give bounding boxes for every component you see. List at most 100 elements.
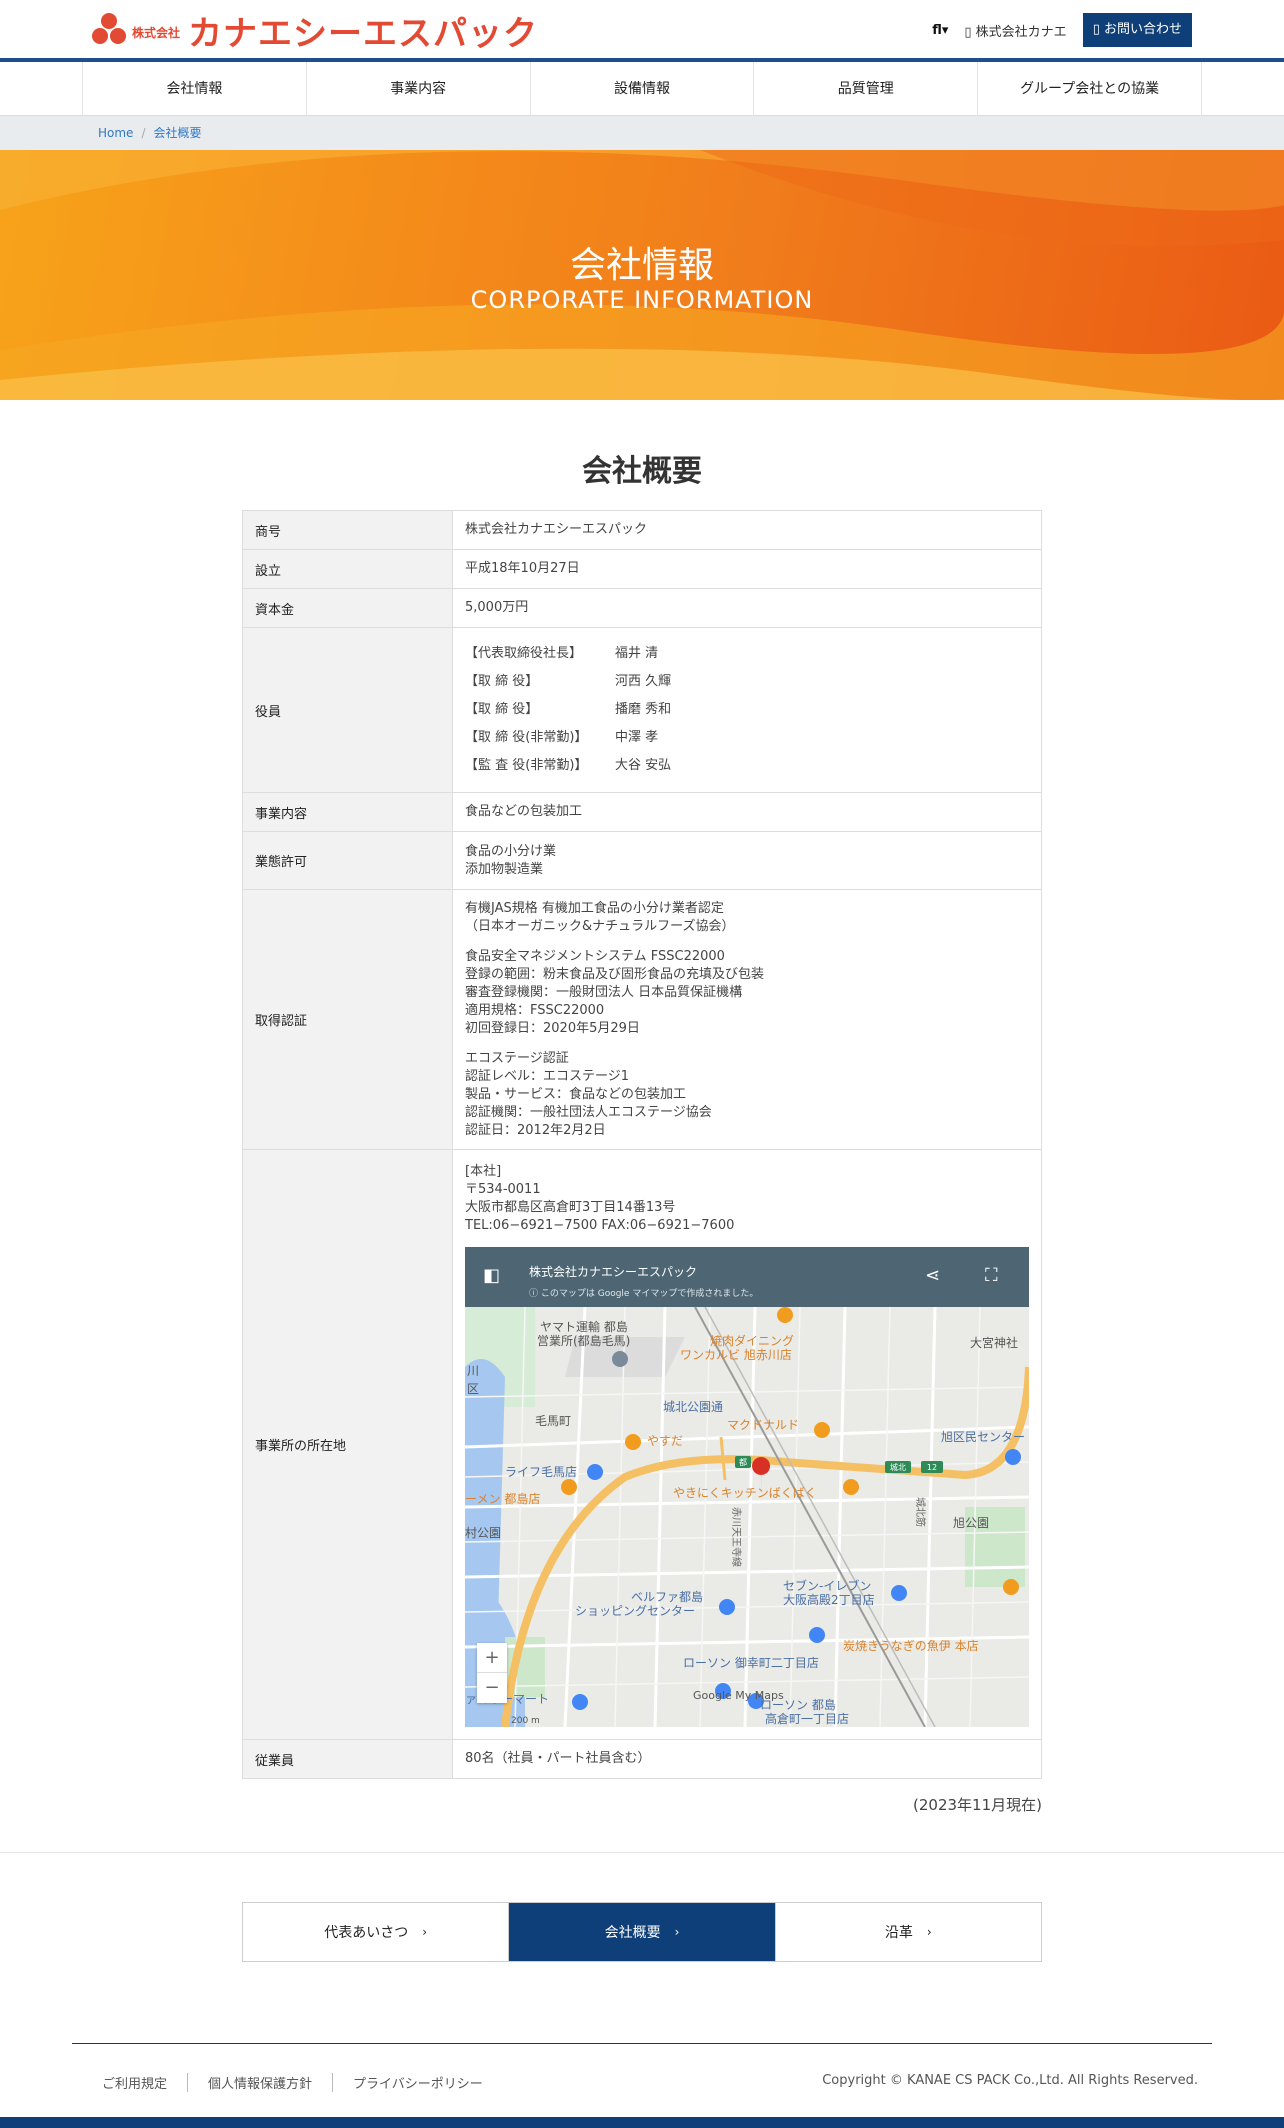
- global-nav: 会社情報 事業内容 設備情報 品質管理 グループ会社との協業: [0, 62, 1284, 116]
- map-legend-toggle-icon[interactable]: ◧: [483, 1266, 500, 1285]
- table-row: 従業員 80名（社員・パート社員含む）: [242, 1739, 1042, 1779]
- map-label: 城北: [890, 1463, 906, 1472]
- map-label: 区: [467, 1382, 479, 1396]
- parent-company-link[interactable]: ▯ 株式会社カナエ: [964, 21, 1066, 40]
- footer-link-privacy[interactable]: プライバシーポリシー: [332, 2073, 503, 2092]
- footer-link-privacy-policy[interactable]: 個人情報保護方針: [187, 2073, 332, 2092]
- officer-name: 河西 久輝: [615, 674, 672, 689]
- nav-item-company[interactable]: 会社情報: [82, 62, 306, 116]
- logo-prefix: 株式会社: [132, 25, 181, 40]
- zoom-in-button[interactable]: +: [477, 1643, 507, 1673]
- location-office: [本社]: [465, 1163, 502, 1179]
- map-label: 城北公園通: [663, 1400, 723, 1414]
- table-row: 事業所の所在地 [本社] 〒534-0011 大阪市都島区高倉町3丁目14番13…: [242, 1149, 1042, 1740]
- chevron-right-icon: ›: [674, 1925, 680, 1939]
- logo-mark-icon: [92, 13, 126, 47]
- zoom-out-button[interactable]: −: [477, 1673, 507, 1703]
- cert-line: 食品安全マネジメントシステム FSSC22000: [465, 948, 725, 964]
- language-dropdown[interactable]: fl▾: [932, 23, 948, 38]
- cert-line: （日本オーガニック&ナチュラルフーズ協会）: [465, 918, 735, 934]
- location-zip: 〒534-0011: [465, 1181, 541, 1197]
- nav-item-group[interactable]: グループ会社との協業: [977, 62, 1202, 116]
- breadcrumb: Home / 会社概要: [0, 116, 1284, 150]
- row-label: 取得認証: [242, 889, 453, 1150]
- officer-name: 大谷 安弘: [615, 758, 672, 773]
- officer-role: 【監 査 役(非常勤)】: [465, 758, 588, 773]
- breadcrumb-home[interactable]: Home: [98, 126, 133, 140]
- certifications: 有機JAS規格 有機加工食品の小分け業者認定 （日本オーガニック&ナチュラルフー…: [452, 889, 1042, 1150]
- map-label: 都: [739, 1458, 747, 1467]
- map-label: 大阪高殿2丁目店: [783, 1592, 875, 1607]
- copyright: Copyright © KANAE CS PACK Co.,Ltd. All R…: [822, 2073, 1198, 2088]
- parent-company-label: 株式会社カナエ: [975, 24, 1067, 40]
- site-header: 株式会社 カナエシーエスパック fl▾ ▯ 株式会社カナエ ▯ お問い合わせ: [0, 0, 1284, 62]
- map-label: やきにくキッチンばくばく: [673, 1486, 817, 1500]
- footer-links: ご利用規定 個人情報保護方針 プライバシーポリシー: [102, 2073, 503, 2092]
- location-cell: [本社] 〒534-0011 大阪市都島区高倉町3丁目14番13号 TEL:06…: [452, 1149, 1042, 1740]
- map-label: セブン-イレブン: [783, 1578, 871, 1593]
- contact-button[interactable]: ▯ お問い合わせ: [1082, 13, 1192, 47]
- chevron-right-icon: ›: [926, 1925, 932, 1939]
- cert-fssc22000: 食品安全マネジメントシステム FSSC22000 登録の範囲：粉末食品及び固形食…: [465, 948, 1029, 1038]
- map-label: 焼肉ダイニング: [710, 1333, 794, 1348]
- company-profile-table: 商号 株式会社カナエシーエスパック 設立 平成18年10月27日 資本金 5,0…: [242, 510, 1042, 1779]
- row-label: 事業内容: [242, 792, 453, 832]
- row-value: 5,000万円: [452, 588, 1042, 628]
- map-label: ワンカルビ 旭赤川店: [680, 1348, 792, 1362]
- breadcrumb-separator: /: [141, 126, 146, 140]
- logo-name: カナエシーエスパック: [188, 13, 539, 54]
- cert-organic-jas: 有機JAS規格 有機加工食品の小分け業者認定 （日本オーガニック&ナチュラルフー…: [465, 900, 1029, 936]
- table-row: 役員 【代表取締役社長】 福井 清 【取 締 役】 河西 久輝 【取 締 役】 播磨 …: [242, 627, 1042, 793]
- map-canvas[interactable]: 12 城北 都 ヤマト運輸 都島 営業所(都島毛馬) 焼肉ダイニング ワンカルビ…: [465, 1247, 1029, 1727]
- map-header: ◧ 株式会社カナエシーエスパック ⓘ このマップは Google マイマップで作…: [465, 1246, 1029, 1307]
- list-item: 【取 締 役】 播磨 秀和: [465, 696, 1029, 724]
- map-scale: 200 m: [511, 1716, 540, 1726]
- map-label: 旭公園: [953, 1516, 989, 1530]
- map-label: ベルファ都島: [631, 1589, 703, 1604]
- list-item: 【取 締 役(非常勤)】 中澤 孝: [465, 724, 1029, 752]
- cert-ecostage: エコステージ認証 認証レベル：エコステージ1 製品・サービス：食品などの包装加工…: [465, 1050, 1029, 1140]
- map-label: 川: [467, 1364, 479, 1378]
- subnav-overview[interactable]: 会社概要 ›: [509, 1903, 776, 1961]
- share-icon[interactable]: ⋖: [925, 1266, 940, 1285]
- map-note: ⓘ このマップは Google マイマップで作成されました。: [529, 1285, 758, 1303]
- cert-line: 初回登録日：2020年5月29日: [465, 1020, 640, 1036]
- map-label: 赤川天王寺線: [730, 1507, 743, 1567]
- map-title: 株式会社カナエシーエスパック: [529, 1264, 698, 1279]
- location-address: 大阪市都島区高倉町3丁目14番13号: [465, 1199, 676, 1215]
- hero-subtitle: CORPORATE INFORMATION: [470, 286, 814, 314]
- footer-divider: [72, 2043, 1212, 2044]
- fullscreen-icon[interactable]: ⛶: [985, 1266, 998, 1285]
- subnav-history[interactable]: 沿革 ›: [776, 1903, 1041, 1961]
- footer-link-terms[interactable]: ご利用規定: [102, 2073, 187, 2092]
- map-label: ローソン 御幸町二丁目店: [683, 1655, 819, 1670]
- nav-item-equipment[interactable]: 設備情報: [529, 62, 754, 116]
- table-row: 業態許可 食品の小分け業 添加物製造業: [242, 831, 1042, 890]
- embedded-map[interactable]: 12 城北 都 ヤマト運輸 都島 営業所(都島毛馬) 焼肉ダイニング ワンカルビ…: [465, 1246, 1029, 1727]
- map-label: マクドナルド: [727, 1418, 799, 1432]
- row-label: 業態許可: [242, 831, 453, 890]
- nav-item-quality[interactable]: 品質管理: [753, 62, 977, 116]
- map-label: 12: [927, 1463, 937, 1472]
- location-tel: TEL:06−6921−7500 FAX:06−6921−7600: [465, 1217, 735, 1233]
- officer-role: 【代表取締役社長】: [465, 646, 583, 661]
- table-row: 取得認証 有機JAS規格 有機加工食品の小分け業者認定 （日本オーガニック&ナチ…: [242, 889, 1042, 1150]
- map-label: ヤマト運輸 都島: [540, 1319, 628, 1334]
- map-label: 大宮神社: [970, 1335, 1018, 1350]
- cert-line: エコステージ認証: [465, 1050, 569, 1066]
- officer-name: 中澤 孝: [615, 730, 659, 745]
- cert-line: 適用規格：FSSC22000: [465, 1002, 605, 1018]
- map-label: やすだ: [647, 1434, 683, 1448]
- row-label: 従業員: [242, 1739, 453, 1779]
- section-divider: [0, 1852, 1284, 1853]
- officer-role: 【取 締 役】: [465, 702, 539, 717]
- nav-item-business[interactable]: 事業内容: [305, 62, 530, 116]
- table-row: 設立 平成18年10月27日: [242, 549, 1042, 589]
- as-of-date: (2023年11月現在): [913, 1796, 1042, 1814]
- map-label: 炭焼きうなぎの魚伊 本店: [843, 1639, 979, 1653]
- subnav-greeting[interactable]: 代表あいさつ ›: [243, 1903, 510, 1961]
- map-label: ライフ毛馬店: [505, 1465, 577, 1479]
- map-label: ショッピングセンター: [575, 1604, 695, 1618]
- table-row: 資本金 5,000万円: [242, 588, 1042, 628]
- site-logo[interactable]: 株式会社 カナエシーエスパック: [92, 10, 538, 54]
